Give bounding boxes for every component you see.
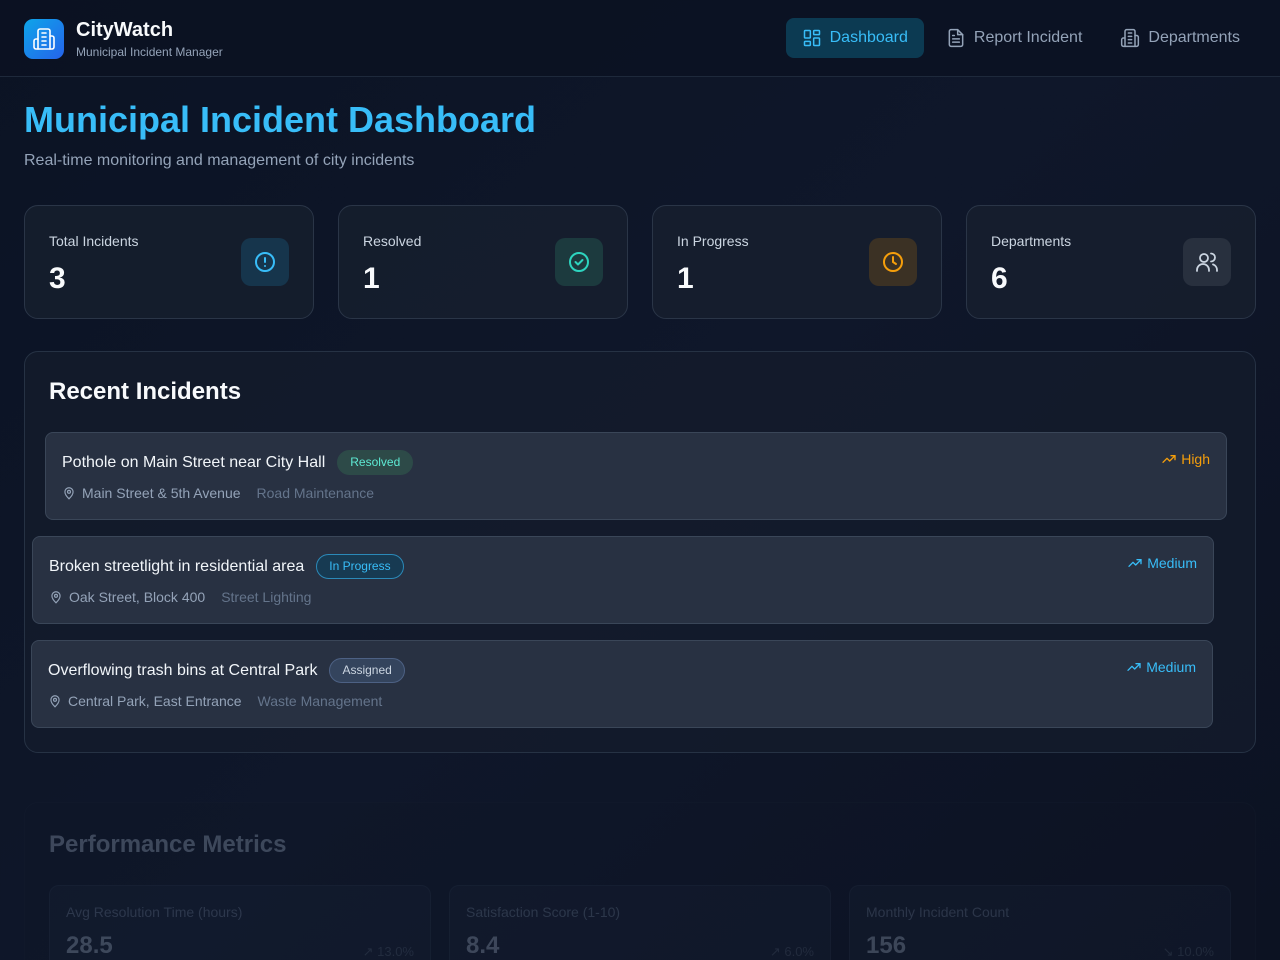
brand[interactable]: CityWatch Municipal Incident Manager (24, 18, 223, 60)
trending-up-icon (1162, 455, 1176, 463)
nav-dashboard[interactable]: Dashboard (785, 18, 924, 58)
metric-change: ↘ 10.0% (1162, 944, 1214, 959)
metric-change-value: 13.0% (377, 944, 414, 959)
alert-circle-icon (241, 238, 289, 286)
stat-value: 1 (677, 262, 694, 295)
document-icon (948, 28, 964, 48)
incident-location: Main Street & 5th Avenue (82, 485, 241, 501)
recent-incidents-title: Recent Incidents (49, 378, 242, 405)
main-nav: Dashboard Report Incident Departments (785, 18, 1256, 58)
incident-card[interactable]: Broken streetlight in residential area I… (32, 536, 1214, 624)
metric-change: ↗ 6.0% (769, 944, 814, 959)
nav-departments-label: Departments (1148, 29, 1240, 46)
stat-card-total-incidents: Total Incidents 3 (24, 205, 314, 319)
metric-value: 28.5 (66, 932, 113, 959)
metric-card: Monthly Incident Count 156 ↘ 10.0% (849, 885, 1231, 960)
status-badge: Resolved (337, 450, 414, 475)
clock-icon (869, 238, 917, 286)
map-pin-icon (64, 487, 74, 500)
stat-card-resolved: Resolved 1 (338, 205, 628, 319)
incident-department: Waste Management (257, 693, 383, 709)
nav-report-label: Report Incident (973, 29, 1083, 46)
priority-label: Medium (1146, 659, 1196, 675)
incident-title: Broken streetlight in residential area (49, 557, 305, 575)
performance-metrics-panel: Performance Metrics Avg Resolution Time … (24, 802, 1256, 960)
page-subtitle: Real-time monitoring and management of c… (24, 152, 415, 169)
metric-change-value: 6.0% (784, 944, 814, 959)
stat-label: Departments (991, 233, 1072, 249)
city-building-logo-icon (24, 19, 64, 59)
status-badge: Assigned (329, 658, 405, 683)
incident-card[interactable]: Overflowing trash bins at Central Park A… (31, 640, 1213, 728)
priority-label: Medium (1147, 555, 1197, 571)
incident-department: Road Maintenance (256, 485, 375, 501)
performance-metrics-title: Performance Metrics (49, 831, 287, 858)
stat-value: 3 (49, 262, 66, 295)
check-circle-icon (555, 238, 603, 286)
building-icon (1121, 28, 1140, 48)
top-navigation-bar: CityWatch Municipal Incident Manager Das… (0, 0, 1280, 77)
metric-change: ↗ 13.0% (362, 944, 414, 959)
stat-value: 1 (363, 262, 380, 295)
stat-label: In Progress (677, 233, 749, 249)
app-subtitle: Municipal Incident Manager (76, 45, 223, 59)
metric-label: Satisfaction Score (1-10) (466, 904, 621, 920)
priority-indicator: Medium (1127, 555, 1197, 571)
metric-card: Satisfaction Score (1-10) 8.4 ↗ 6.0% (449, 885, 831, 960)
map-pin-icon (50, 695, 60, 708)
priority-indicator: Medium (1126, 659, 1196, 675)
nav-departments[interactable]: Departments (1104, 18, 1256, 58)
incident-department: Street Lighting (221, 589, 312, 605)
stat-card-in-progress: In Progress 1 (652, 205, 942, 319)
map-pin-icon (51, 591, 61, 604)
metric-label: Monthly Incident Count (866, 904, 1010, 920)
incident-card[interactable]: Pothole on Main Street near City Hall Re… (45, 432, 1227, 520)
priority-indicator: High (1161, 451, 1210, 467)
metric-card: Avg Resolution Time (hours) 28.5 ↗ 13.0% (49, 885, 431, 960)
incident-title: Pothole on Main Street near City Hall (62, 453, 326, 471)
metric-label: Avg Resolution Time (hours) (66, 904, 243, 920)
priority-label: High (1181, 451, 1210, 467)
app-name: CityWatch (76, 19, 174, 41)
metric-change-value: 10.0% (1177, 944, 1214, 959)
stat-label: Total Incidents (49, 233, 139, 249)
nav-report-incident[interactable]: Report Incident (930, 18, 1099, 58)
metric-value: 156 (866, 932, 907, 959)
stat-card-departments: Departments 6 (966, 205, 1256, 319)
stat-label: Resolved (363, 233, 422, 249)
nav-dashboard-label: Dashboard (829, 29, 908, 46)
status-badge: In Progress (316, 554, 404, 579)
recent-incidents-panel: Recent Incidents Pothole on Main Street … (24, 351, 1256, 753)
dashboard-grid-icon (803, 29, 820, 47)
page-title: Municipal Incident Dashboard (24, 99, 537, 140)
metric-value: 8.4 (466, 932, 500, 959)
users-icon (1183, 238, 1231, 286)
incident-title: Overflowing trash bins at Central Park (48, 661, 318, 679)
trending-up-icon (1128, 559, 1142, 567)
trending-up-icon (1127, 663, 1141, 671)
incident-location: Oak Street, Block 400 (69, 589, 206, 605)
stat-value: 6 (991, 262, 1008, 295)
incident-location: Central Park, East Entrance (68, 693, 242, 709)
